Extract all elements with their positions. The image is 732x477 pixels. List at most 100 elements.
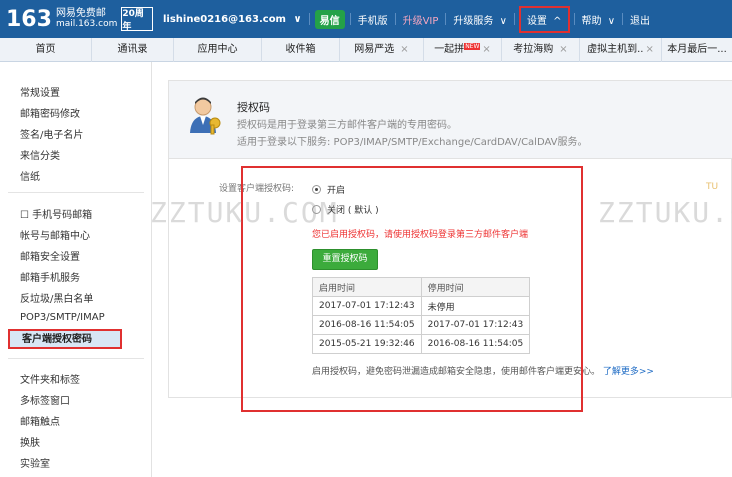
enabled-time: 2016-08-16 11:54:05 [312, 315, 422, 335]
supported-services: 适用于登录以下服务: POP3/IMAP/SMTP/Exchange/CardD… [237, 137, 588, 148]
sidebar-item-multi-tab[interactable]: 多标签窗口 [20, 392, 70, 407]
sidebar-item-pop3-smtp-imap[interactable]: POP3/SMTP/IMAP [20, 312, 105, 323]
settings-sidebar: 常规设置 邮箱密码修改 签名/电子名片 来信分类 信纸 ☐ 手机号码邮箱 帐号与… [0, 62, 152, 477]
table-row: 2015-05-21 19:32:46 2016-08-16 11:54:05 [312, 334, 531, 354]
tab-home[interactable]: 首页 [0, 38, 92, 62]
chevron-down-icon: ∨ [499, 15, 507, 27]
column-header-disabled: 停用时间 [420, 277, 531, 297]
disabled-time: 2017-07-01 17:12:43 [420, 315, 531, 335]
watermark-badge: TU [706, 182, 719, 192]
tab-app-center[interactable]: 应用中心 [174, 38, 262, 62]
sidebar-item-signature[interactable]: 签名/电子名片 [20, 126, 83, 141]
tab-label: 收件箱 [285, 44, 316, 55]
tab-label: 考拉海购 [513, 44, 554, 55]
user-email: lishine0216@163.com [163, 13, 286, 25]
enabled-time: 2017-07-01 17:12:43 [312, 296, 422, 316]
yixin-label: 易信 [319, 15, 340, 27]
close-icon[interactable]: × [645, 44, 653, 55]
chevron-up-icon: ^ [553, 15, 562, 27]
tab-label: 虚拟主机到.. [587, 44, 644, 55]
radio-selected-icon [312, 185, 321, 194]
tab-label: 应用中心 [197, 44, 238, 55]
tab-label: 网易严选 [354, 44, 395, 55]
sidebar-item-skin[interactable]: 换肤 [20, 434, 40, 449]
chevron-down-icon: ∨ [293, 13, 302, 25]
sidebar-item-filters[interactable]: 来信分类 [20, 147, 60, 162]
reset-auth-code-button[interactable]: 重置授权码 [312, 249, 378, 270]
security-tip: 启用授权码，避免密码泄漏造成邮箱安全隐患，使用邮件客户端更安心。 了解更多>> [312, 364, 654, 377]
page-title: 授权码 [237, 101, 270, 114]
tab-contacts[interactable]: 通讯录 [92, 38, 174, 62]
mobile-link[interactable]: 手机版 [351, 12, 395, 27]
logout-link[interactable]: 退出 [623, 12, 657, 27]
help-menu[interactable]: 帮助 ∨ [575, 12, 623, 27]
radio-enable[interactable]: 开启 [312, 183, 345, 196]
watermark-right: ZZTUKU.COM [598, 196, 732, 229]
disabled-time: 未停用 [420, 296, 531, 316]
tab-label: 一起拼 [434, 44, 465, 55]
close-icon[interactable]: × [482, 44, 490, 55]
auth-code-enabled-notice: 您已启用授权码，请使用授权码登录第三方邮件客户端 [312, 230, 529, 240]
sidebar-item-folders-labels[interactable]: 文件夹和标签 [20, 371, 80, 386]
auth-code-history-table: 启用时间 停用时间 2017-07-01 17:12:43 未停用 2016-0… [312, 277, 531, 354]
tab-month-end[interactable]: 本月最后一... [662, 38, 732, 62]
tab-label: 通讯录 [117, 44, 148, 55]
sidebar-item-touchpoints[interactable]: 邮箱触点 [20, 413, 60, 428]
logo-text: 网易免费邮 mail.163.com [56, 8, 117, 30]
sidebar-item-stationery[interactable]: 信纸 [20, 168, 40, 183]
sidebar-item-antispam[interactable]: 反垃圾/黑白名单 [20, 290, 93, 305]
close-icon[interactable]: × [559, 44, 567, 55]
anniversary-badge: 20周年 [121, 7, 154, 32]
help-label: 帮助 [581, 15, 602, 27]
logo-number: 163 [6, 6, 52, 32]
sidebar-item-security[interactable]: 邮箱安全设置 [20, 248, 80, 263]
sidebar-item-phone-mailbox[interactable]: ☐ 手机号码邮箱 [20, 206, 92, 221]
tab-label: 首页 [35, 44, 56, 55]
tab-kaola[interactable]: 考拉海购 × [502, 38, 580, 62]
page-description: 授权码是用于登录第三方邮件客户端的专用密码。 [237, 120, 457, 131]
tab-yanxuan[interactable]: 网易严选 × [340, 38, 424, 62]
watermark-left: ZZTUKU.COM [150, 196, 339, 229]
auth-code-panel: 授权码 授权码是用于登录第三方邮件客户端的专用密码。 适用于登录以下服务: PO… [168, 80, 732, 398]
user-key-icon [190, 97, 221, 135]
tab-inbox[interactable]: 收件箱 [262, 38, 340, 62]
sidebar-divider [8, 358, 144, 359]
close-icon[interactable]: × [400, 44, 408, 55]
tab-virtual-host[interactable]: 虚拟主机到.. × [580, 38, 662, 62]
settings-menu[interactable]: 设置 ^ [518, 5, 570, 33]
logo-line2: mail.163.com [55, 19, 118, 29]
top-bar: 163 网易免费邮 mail.163.com 20周年 lishine0216@… [0, 0, 732, 38]
top-nav: lishine0216@163.com ∨ 易信 手机版 升级VIP 升级服务 … [156, 0, 657, 38]
sidebar-item-lab[interactable]: 实验室 [20, 455, 50, 470]
divider [308, 13, 310, 25]
table-row: 2017-07-01 17:12:43 未停用 [312, 296, 531, 316]
auth-code-setting-label: 设置客户端授权码: [219, 184, 295, 194]
sidebar-item-general[interactable]: 常规设置 [20, 84, 60, 99]
column-header-enabled: 启用时间 [312, 277, 422, 297]
security-tip-text: 启用授权码，避免密码泄漏造成邮箱安全隐患，使用邮件客户端更安心。 [312, 367, 601, 377]
divider [513, 13, 515, 25]
sidebar-item-account-center[interactable]: 帐号与邮箱中心 [20, 227, 90, 242]
sidebar-item-password[interactable]: 邮箱密码修改 [20, 105, 80, 120]
logo-line1: 网易免费邮 [55, 8, 106, 19]
logo[interactable]: 163 网易免费邮 mail.163.com 20周年 [6, 4, 154, 34]
chevron-down-icon: ∨ [607, 15, 616, 27]
settings-label: 设置 [526, 15, 547, 27]
tab-label: 本月最后一... [667, 44, 727, 55]
tab-yiqipin[interactable]: 一起拼NEW × [424, 38, 502, 62]
radio-enable-label: 开启 [327, 186, 346, 196]
sidebar-divider [8, 192, 144, 193]
table-row: 2016-08-16 11:54:05 2017-07-01 17:12:43 [312, 315, 531, 335]
disabled-time: 2016-08-16 11:54:05 [420, 334, 531, 354]
yixin-button[interactable]: 易信 [314, 9, 345, 29]
upgrade-vip-link[interactable]: 升级VIP [396, 12, 446, 27]
anniversary-badge-text: 20周年 [122, 9, 144, 32]
learn-more-link[interactable]: 了解更多>> [603, 367, 654, 377]
table-header-row: 启用时间 停用时间 [312, 277, 531, 297]
user-account-menu[interactable]: lishine0216@163.com ∨ [156, 14, 309, 25]
upgrade-service-menu[interactable]: 升级服务 ∨ [446, 12, 514, 27]
upgrade-service-label: 升级服务 [453, 15, 494, 27]
new-badge: NEW [464, 43, 481, 50]
sidebar-item-mobile-service[interactable]: 邮箱手机服务 [20, 269, 80, 284]
sidebar-item-client-auth-code[interactable]: 客户端授权密码 [8, 329, 122, 349]
